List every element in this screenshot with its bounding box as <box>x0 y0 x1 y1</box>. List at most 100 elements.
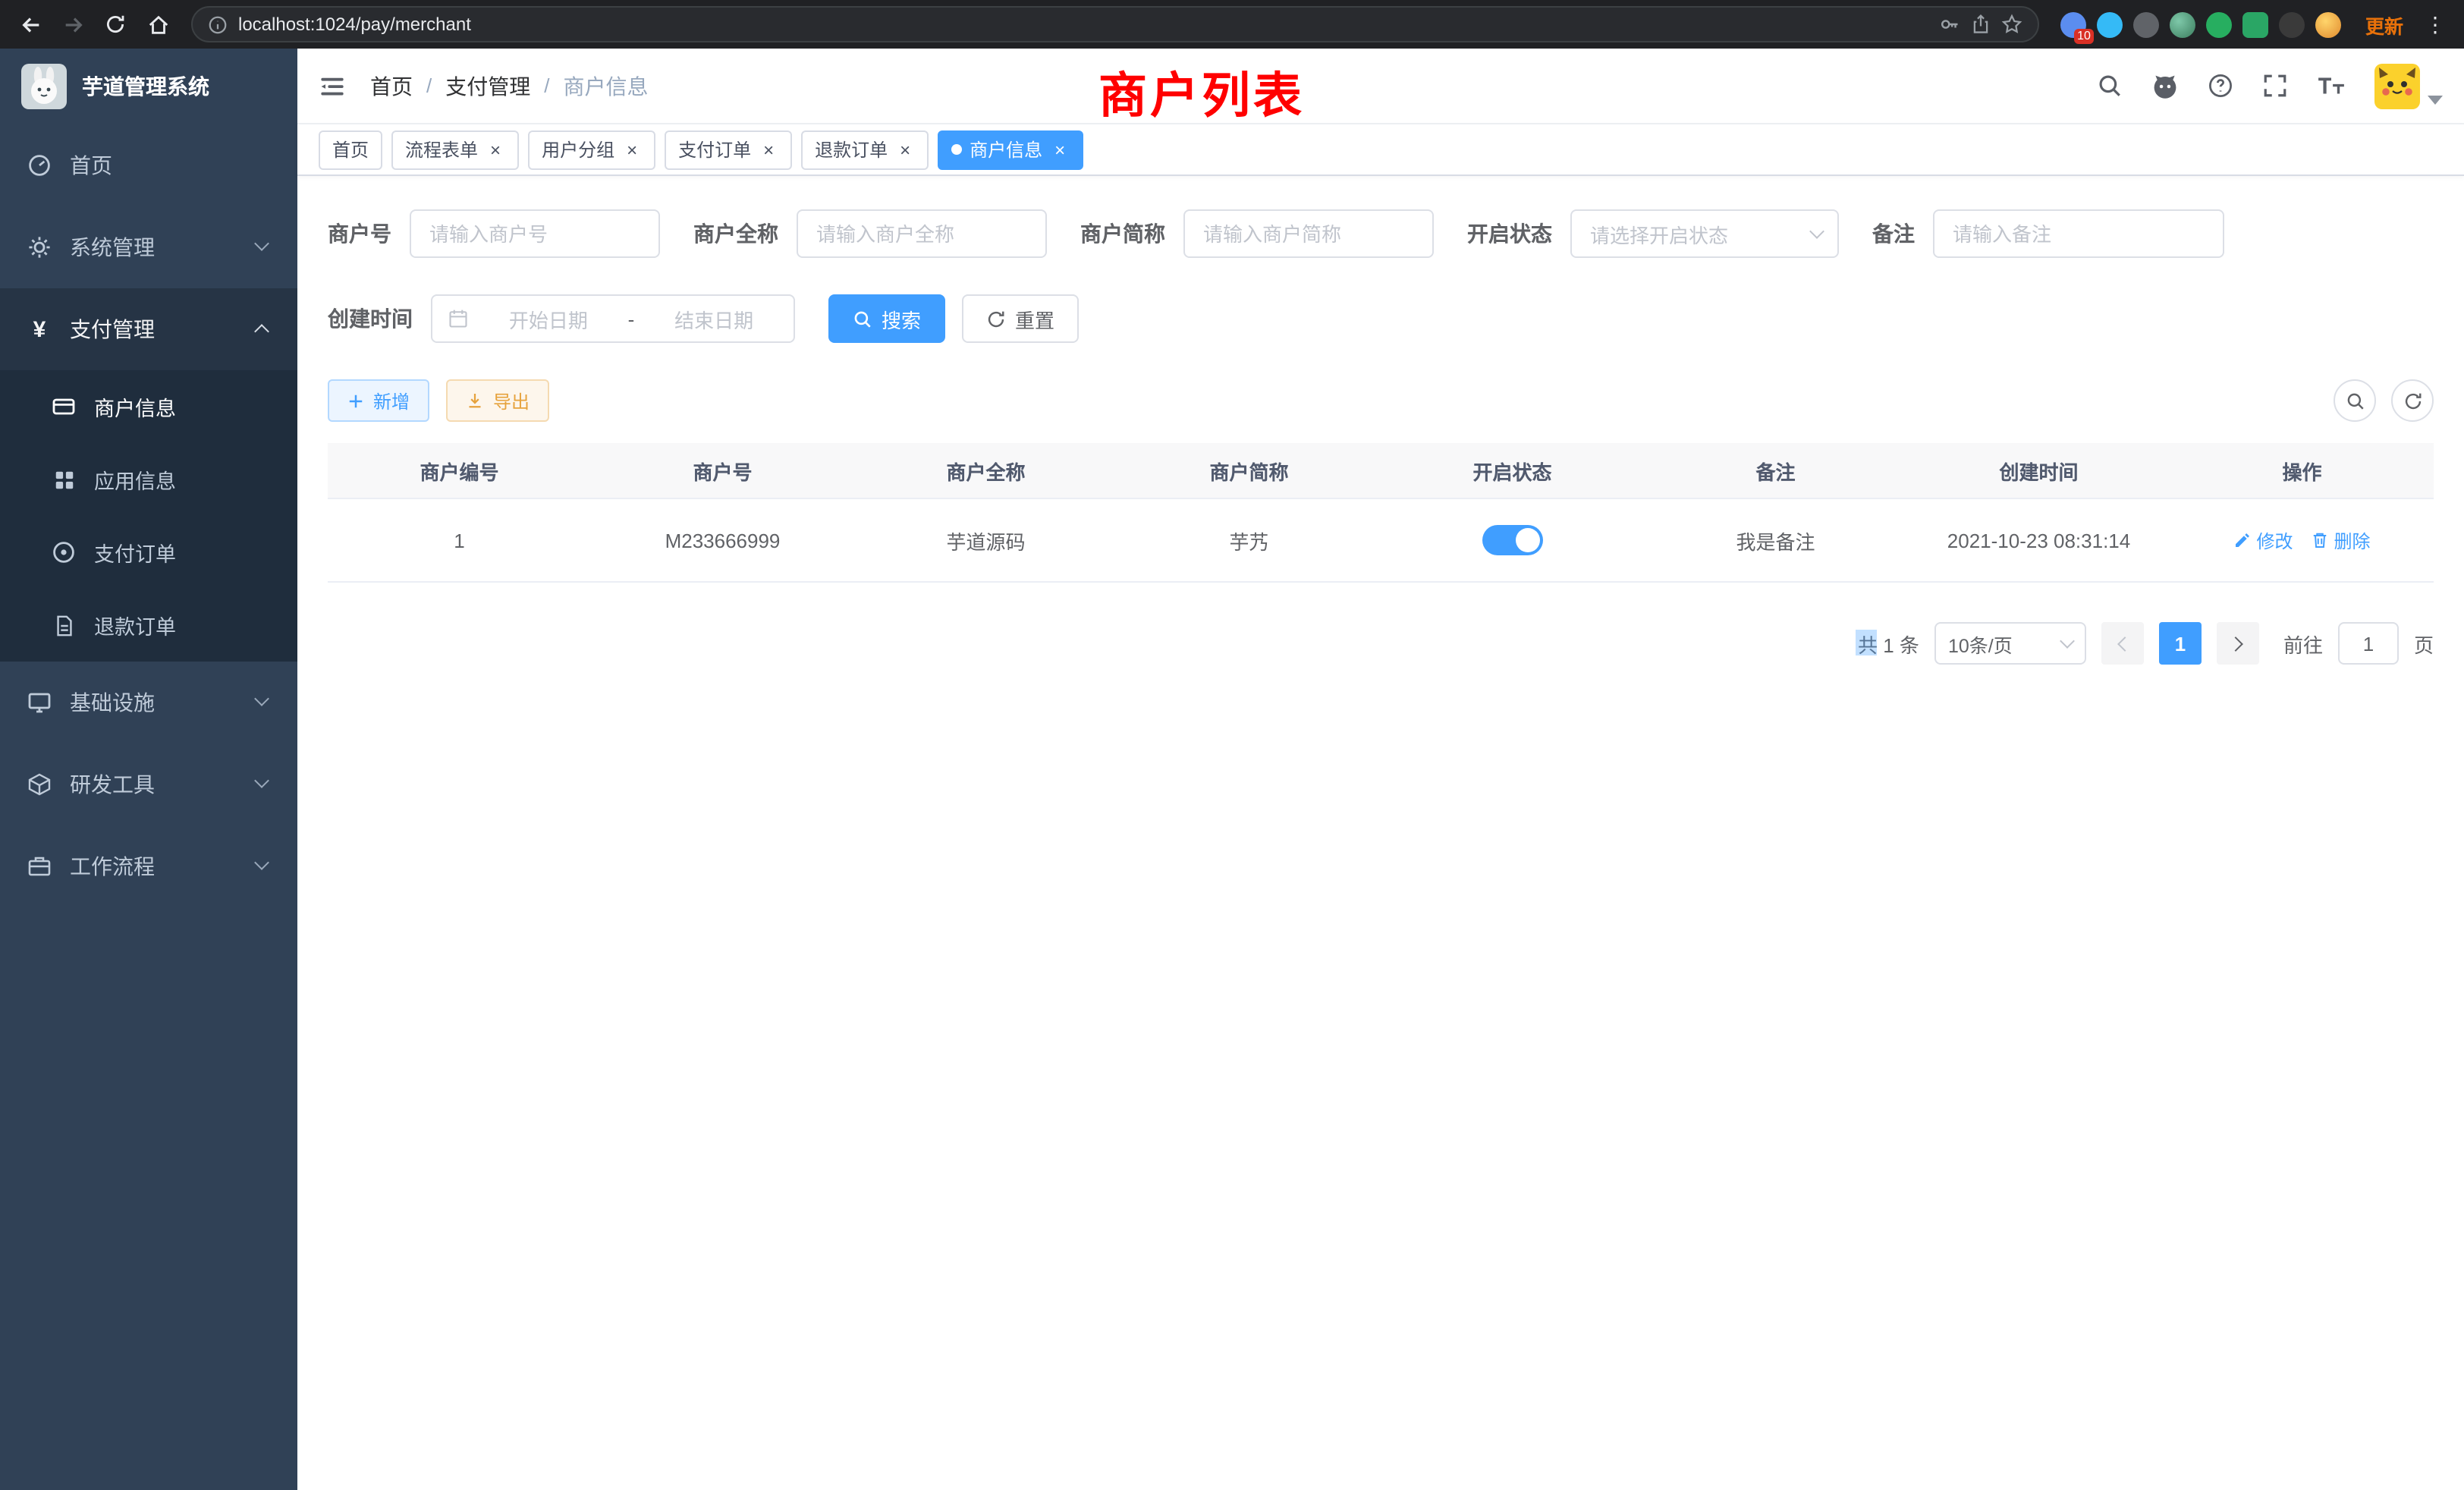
tab-user-group[interactable]: 用户分组 × <box>528 130 655 169</box>
font-size-button[interactable] <box>2317 73 2346 99</box>
hide-search-button[interactable] <box>2334 379 2376 422</box>
download-icon <box>466 391 484 410</box>
browser-menu-button[interactable]: ⋮ <box>2422 11 2452 37</box>
add-button[interactable]: 新增 <box>328 379 429 422</box>
url-text[interactable]: localhost:1024/pay/merchant <box>238 14 1928 35</box>
calendar-icon <box>448 308 469 329</box>
page-goto-input[interactable] <box>2338 622 2399 665</box>
sidebar-toggle-button[interactable] <box>319 72 346 99</box>
tab-merchant-info[interactable]: 商户信息 × <box>938 130 1083 169</box>
search-button[interactable]: 搜索 <box>828 294 945 343</box>
page-size-value: 10条/页 <box>1948 629 2013 658</box>
tab-pay-orders[interactable]: 支付订单 × <box>665 130 792 169</box>
bookmark-star-icon[interactable] <box>2001 14 2022 35</box>
page-content: 商户号 商户全称 商户简称 开启状态 请选择开启状态 <box>297 176 2464 1490</box>
chrome-update-button[interactable]: 更新 <box>2353 10 2415 39</box>
table-header-row: 商户编号 商户号 商户全称 商户简称 开启状态 备注 创建时间 操作 <box>328 443 2434 499</box>
col-header: 商户简称 <box>1117 443 1381 498</box>
breadcrumb-payment[interactable]: 支付管理 <box>445 71 530 101</box>
chevron-down-icon <box>2428 95 2443 104</box>
refresh-table-button[interactable] <box>2391 379 2434 422</box>
extension-icon-3[interactable] <box>2133 11 2159 37</box>
field-label: 商户简称 <box>1080 218 1165 249</box>
tab-label: 流程表单 <box>405 137 478 162</box>
sidebar-item-label: 工作流程 <box>70 851 155 882</box>
yen-icon: ¥ <box>27 317 52 341</box>
payment-submenu: 商户信息 应用信息 支付订单 <box>0 370 297 662</box>
address-bar[interactable]: localhost:1024/pay/merchant <box>191 6 2039 42</box>
monitor-icon <box>27 690 52 715</box>
site-info-icon[interactable] <box>208 14 228 34</box>
browser-profile-avatar[interactable] <box>2315 11 2341 37</box>
status-toggle[interactable] <box>1482 525 1543 555</box>
chevron-right-icon <box>2228 636 2243 651</box>
gear-icon <box>27 235 52 259</box>
extension-icon-2[interactable] <box>2097 11 2123 37</box>
share-icon[interactable] <box>1971 14 1991 35</box>
merchant-no-input[interactable] <box>410 209 660 258</box>
col-header: 开启状态 <box>1381 443 1644 498</box>
sidebar-item-home[interactable]: 首页 <box>0 124 297 206</box>
col-header: 商户编号 <box>328 443 591 498</box>
tab-refund-orders[interactable]: 退款订单 × <box>801 130 929 169</box>
page-number-button[interactable]: 1 <box>2159 622 2202 665</box>
tab-close-icon[interactable]: × <box>486 140 505 159</box>
chevron-down-icon <box>254 773 269 788</box>
github-link-button[interactable] <box>2151 72 2179 99</box>
document-icon <box>52 613 76 637</box>
sidebar-item-app-info[interactable]: 应用信息 <box>0 443 297 516</box>
tab-close-icon[interactable]: × <box>759 140 778 159</box>
extension-icon-4[interactable] <box>2170 11 2195 37</box>
password-key-icon[interactable] <box>1939 14 1960 35</box>
cell-full-name: 芋道源码 <box>854 499 1117 581</box>
sidebar-item-workflow[interactable]: 工作流程 <box>0 825 297 907</box>
browser-chrome: localhost:1024/pay/merchant 10 更新 ⋮ <box>0 0 2464 49</box>
delete-link[interactable]: 删除 <box>2312 527 2371 553</box>
sidebar-item-pay-orders[interactable]: 支付订单 <box>0 516 297 589</box>
reset-button[interactable]: 重置 <box>962 294 1079 343</box>
sidebar-item-system[interactable]: 系统管理 <box>0 206 297 288</box>
field-label: 创建时间 <box>328 303 413 334</box>
filter-merchant-short: 商户简称 <box>1080 209 1434 258</box>
merchant-short-input[interactable] <box>1183 209 1434 258</box>
tab-home[interactable]: 首页 <box>319 130 382 169</box>
sidebar-item-devtools[interactable]: 研发工具 <box>0 743 297 825</box>
extension-icon-5[interactable] <box>2206 11 2232 37</box>
filter-status: 开启状态 请选择开启状态 <box>1467 209 1839 258</box>
browser-reload-button[interactable] <box>97 6 134 42</box>
user-avatar-menu[interactable] <box>2374 63 2443 108</box>
sidebar-logo[interactable]: 芋道管理系统 <box>0 49 297 124</box>
tab-process-form[interactable]: 流程表单 × <box>391 130 519 169</box>
fullscreen-button[interactable] <box>2262 73 2288 99</box>
remark-input[interactable] <box>1933 209 2224 258</box>
field-label: 商户全称 <box>693 218 778 249</box>
page-size-select[interactable]: 10条/页 <box>1934 622 2086 665</box>
browser-home-button[interactable] <box>140 6 176 42</box>
extension-icon-6[interactable] <box>2242 11 2268 37</box>
docs-help-button[interactable] <box>2208 73 2233 99</box>
browser-back-button[interactable] <box>12 6 49 42</box>
plus-icon <box>347 392 364 409</box>
breadcrumb-separator: / <box>544 74 549 97</box>
export-button[interactable]: 导出 <box>446 379 549 422</box>
extension-icon-7[interactable] <box>2279 11 2305 37</box>
sidebar-item-payment[interactable]: ¥ 支付管理 <box>0 288 297 370</box>
create-time-range-picker[interactable]: 开始日期 - 结束日期 <box>431 294 795 343</box>
header-search-button[interactable] <box>2097 73 2123 99</box>
sidebar-item-refund-orders[interactable]: 退款订单 <box>0 589 297 662</box>
cell-remark: 我是备注 <box>1644 499 1907 581</box>
tab-close-icon[interactable]: × <box>1050 140 1070 159</box>
sidebar-item-merchant-info[interactable]: 商户信息 <box>0 370 297 443</box>
tab-close-icon[interactable]: × <box>895 140 915 159</box>
sidebar-item-infra[interactable]: 基础设施 <box>0 662 297 743</box>
edit-link[interactable]: 修改 <box>2233 527 2293 553</box>
prev-page-button[interactable] <box>2101 622 2144 665</box>
refresh-icon <box>2403 391 2422 410</box>
browser-forward-button[interactable] <box>55 6 91 42</box>
merchant-name-input[interactable] <box>797 209 1047 258</box>
breadcrumb-home[interactable]: 首页 <box>370 71 413 101</box>
extension-icon-1[interactable]: 10 <box>2060 11 2086 37</box>
tab-close-icon[interactable]: × <box>622 140 642 159</box>
status-select[interactable]: 请选择开启状态 <box>1570 209 1839 258</box>
next-page-button[interactable] <box>2217 622 2259 665</box>
